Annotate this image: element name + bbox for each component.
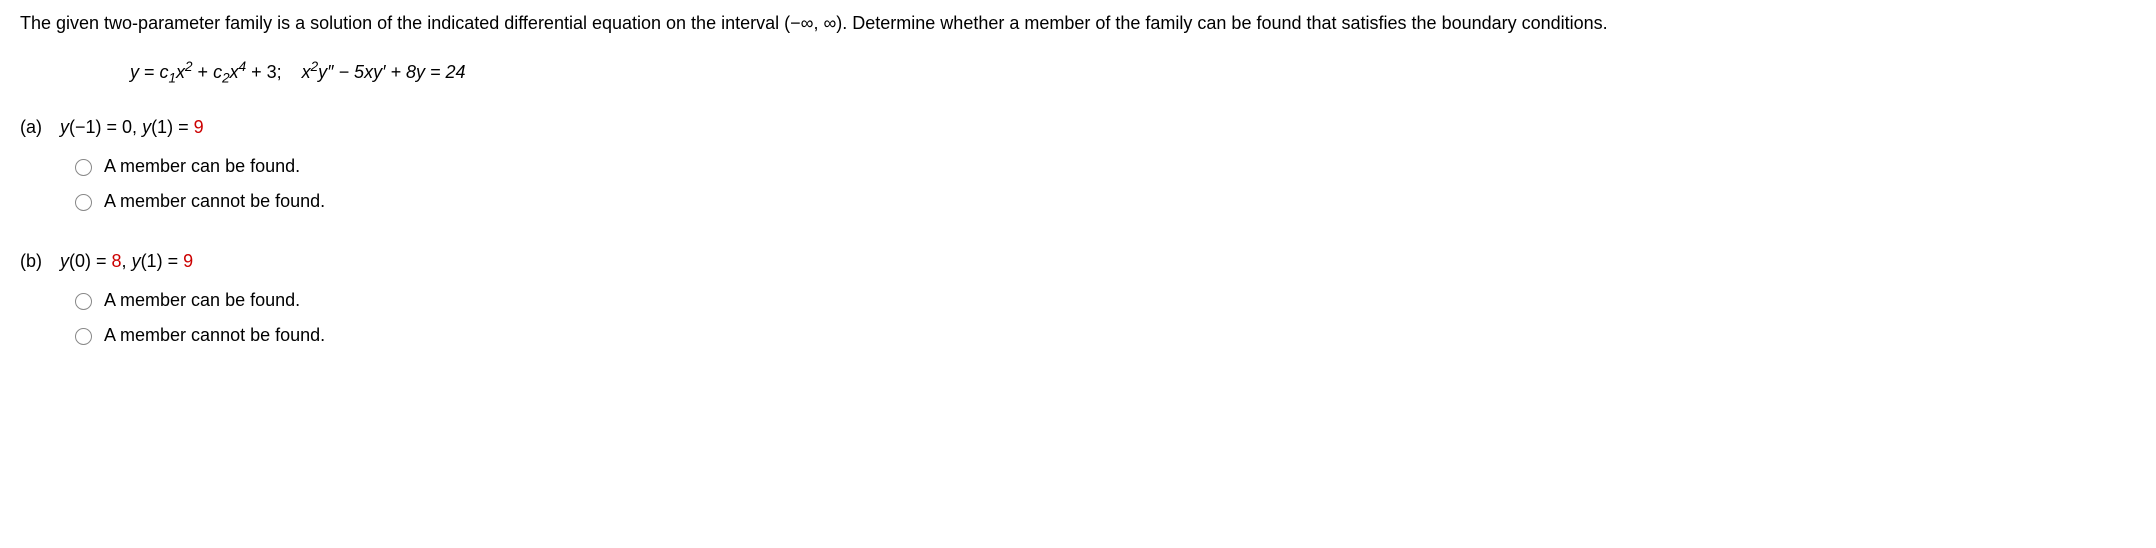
part-b-label: (b) [20,248,55,275]
eq-y: y [130,62,139,82]
option-label: A member can be found. [104,290,300,310]
eq-x2-sup: 2 [185,59,193,74]
radio-icon[interactable] [75,293,92,310]
bc-val2: 9 [183,251,193,271]
eq-de-rest: y″ − 5xy′ + 8y = 24 [318,62,465,82]
eq-c2-sub: 2 [222,71,230,86]
eq-x4-sup: 4 [239,59,247,74]
bc-sep: , [122,251,132,271]
bc-val1: 8 [112,251,122,271]
bc-y2-arg: (1) = [151,117,194,137]
radio-icon[interactable] [75,159,92,176]
radio-icon[interactable] [75,328,92,345]
bc-val: 9 [194,117,204,137]
bc-y1: y [60,117,69,137]
option-label: A member cannot be found. [104,325,325,345]
part-b-boundary: y(0) = 8, y(1) = 9 [60,248,325,275]
bc-y2-arg: (1) = [141,251,184,271]
option-label: A member cannot be found. [104,191,325,211]
part-b-option-2[interactable]: A member cannot be found. [75,322,325,349]
eq-c2: c [213,62,222,82]
option-label: A member can be found. [104,156,300,176]
part-b-option-1[interactable]: A member can be found. [75,287,325,314]
part-a-label: (a) [20,114,55,141]
eq-de-x: x [302,62,311,82]
eq-x4: x [230,62,239,82]
problem-intro: The given two-parameter family is a solu… [20,10,2136,37]
bc-y1: y [60,251,69,271]
part-b: (b) y(0) = 8, y(1) = 9 A member can be f… [20,248,2136,357]
part-a-option-1[interactable]: A member can be found. [75,153,325,180]
equation-block: y = c1x2 + c2x4 + 3; x2y″ − 5xy′ + 8y = … [130,57,2136,89]
radio-icon[interactable] [75,194,92,211]
eq-c1-sub: 1 [169,71,177,86]
bc-y2: y [132,251,141,271]
bc-y2: y [142,117,151,137]
eq-x2: x [176,62,185,82]
eq-plus1: + [193,62,214,82]
eq-c1: c [160,62,169,82]
eq-const: + 3; [246,62,282,82]
bc-y1-arg: (0) = [69,251,112,271]
part-a: (a) y(−1) = 0, y(1) = 9 A member can be … [20,114,2136,223]
part-a-boundary: y(−1) = 0, y(1) = 9 [60,114,325,141]
bc-y1-arg: (−1) = 0, [69,117,142,137]
part-a-option-2[interactable]: A member cannot be found. [75,188,325,215]
